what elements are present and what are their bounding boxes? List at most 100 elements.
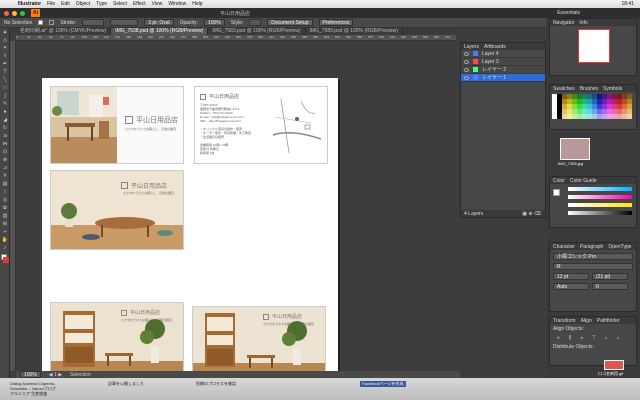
new-layer-icon[interactable]: ▣ ⊕ ⌫ — [522, 211, 541, 217]
tab-align[interactable]: Align — [581, 318, 592, 324]
leading-field[interactable]: (21 pt) — [592, 273, 628, 280]
canvas-area[interactable]: 平山日用品店 ささやかで小さな暮らし、日用の雑貨 平山日用品店 〒3XX-XXX… — [16, 41, 460, 382]
font-size-field[interactable]: 12 pt — [553, 273, 589, 280]
shape-builder-tool-icon[interactable]: ⊕ — [0, 156, 10, 164]
align-middle-icon[interactable]: ⊥ — [601, 334, 611, 342]
align-left-icon[interactable]: ⫷ — [553, 334, 563, 342]
layer-name[interactable]: Layer 4 — [482, 51, 499, 57]
layer-row[interactable]: Layer 4 — [461, 50, 545, 58]
fill-swatch[interactable] — [38, 20, 44, 25]
artboard-navigation[interactable]: ◀ 1 ▶ — [49, 372, 62, 378]
card-front-top[interactable]: 平山日用品店 ささやかで小さな暮らし、日用の雑貨 — [50, 86, 184, 164]
artboard-tool-icon[interactable]: ⊞ — [0, 220, 10, 228]
card-table-photo[interactable]: 平山日用品店 ささやかで小さな暮らし、日用の雑貨 — [50, 170, 184, 250]
tab-color-guide[interactable]: Color Guide — [570, 178, 597, 184]
doc-tab[interactable]: IMG_7583.psd @ 100% (RGB/Preview) — [208, 28, 306, 35]
black-slider[interactable] — [568, 211, 632, 215]
layer-name[interactable]: レイヤー 2 — [482, 66, 506, 73]
stroke-color-box[interactable] — [3, 257, 9, 263]
visibility-eye-icon[interactable] — [464, 59, 469, 64]
tab-info[interactable]: Info — [579, 20, 587, 26]
eyedropper-tool-icon[interactable]: ⌇ — [0, 188, 10, 196]
align-center-icon[interactable]: ⫼ — [565, 334, 575, 342]
color-swatch[interactable] — [627, 114, 632, 119]
visibility-eye-icon[interactable] — [464, 67, 469, 72]
menu-effect[interactable]: Effect — [133, 1, 146, 7]
doc-tab-active[interactable]: IMG_7538.psd @ 100% (RGB/Preview) — [111, 28, 209, 35]
menu-select[interactable]: Select — [113, 1, 127, 7]
hand-tool-icon[interactable]: ✋ — [0, 236, 10, 244]
doc-tab[interactable]: IMG_7589.psd @ 100% (RGB/Preview) — [306, 28, 403, 35]
swatch-grid[interactable] — [550, 92, 636, 121]
bookmark-item[interactable]: アルミニア 生産検査 — [10, 391, 57, 396]
magenta-slider[interactable] — [568, 195, 632, 199]
align-right-icon[interactable]: ⫸ — [577, 334, 587, 342]
rectangle-tool-icon[interactable]: □ — [0, 84, 10, 92]
symbol-sprayer-tool-icon[interactable]: ✿ — [0, 204, 10, 212]
tab-artboards[interactable]: Artboards — [484, 44, 506, 50]
selection-tool-icon[interactable]: ▲ — [0, 28, 10, 36]
free-transform-tool-icon[interactable]: ⊡ — [0, 148, 10, 156]
tab-pathfinder[interactable]: Pathfinder — [597, 318, 620, 324]
desktop-file-label[interactable]: IMG_7405.jpg — [558, 161, 583, 166]
facebook-page-button[interactable]: Facebookページを作成 — [360, 381, 406, 387]
tracking-field[interactable]: 0 — [592, 283, 628, 290]
lasso-tool-icon[interactable]: ℓ — [0, 52, 10, 60]
card-shelf-photo-right[interactable]: 平山日用品店 ささやかで小さな暮らし、日用の雑貨 — [192, 306, 326, 374]
desktop-gif-thumbnail[interactable] — [604, 360, 624, 370]
tab-brushes[interactable]: Brushes — [580, 86, 598, 92]
align-bottom-icon[interactable]: ⊥ — [613, 334, 623, 342]
stroke-swatch[interactable] — [49, 20, 55, 25]
layer-row[interactable]: Layer 3 — [461, 58, 545, 66]
minimize-window-button[interactable] — [12, 10, 17, 16]
document-setup-button[interactable]: Document Setup — [267, 19, 313, 26]
bookmark-item[interactable]: 投稿のプロセスを確認 — [196, 381, 236, 387]
menu-window[interactable]: Window — [168, 1, 186, 7]
desktop-file-thumbnail[interactable] — [560, 138, 590, 160]
menu-help[interactable]: Help — [192, 1, 202, 7]
workspace-switcher[interactable]: Essentials — [557, 10, 580, 16]
cyan-slider[interactable] — [568, 187, 632, 191]
paintbrush-tool-icon[interactable]: ∫ — [0, 92, 10, 100]
stroke-weight-field[interactable] — [82, 19, 105, 26]
menu-type[interactable]: Type — [96, 1, 107, 7]
zoom-level-field[interactable]: 100% — [20, 371, 41, 378]
brush-definition[interactable]: 3 pt. Oval — [144, 19, 174, 26]
gradient-tool-icon[interactable]: ▤ — [0, 180, 10, 188]
card-shelf-photo-left[interactable]: 平山日用品店 ささやかで小さな暮らし、日用の雑貨 — [50, 302, 184, 374]
magic-wand-tool-icon[interactable]: ✶ — [0, 44, 10, 52]
navigator-preview[interactable] — [578, 29, 610, 63]
variable-width-profile[interactable] — [110, 19, 139, 26]
font-family-field[interactable]: 小塚ゴシック Pro — [553, 253, 633, 260]
type-tool-icon[interactable]: T — [0, 68, 10, 76]
menu-object[interactable]: Object — [76, 1, 90, 7]
slice-tool-icon[interactable]: ⌿ — [0, 228, 10, 236]
bookmark-item[interactable]: 記事を公開しました — [108, 381, 144, 387]
tab-color[interactable]: Color — [553, 178, 565, 184]
yellow-slider[interactable] — [568, 203, 632, 207]
tab-paragraph[interactable]: Paragraph — [580, 244, 603, 250]
tab-opentype[interactable]: OpenType — [608, 244, 631, 250]
tab-character[interactable]: Character — [553, 244, 575, 250]
fill-stroke-widget[interactable] — [0, 254, 9, 268]
menu-edit[interactable]: Edit — [61, 1, 70, 7]
direct-selection-tool-icon[interactable]: △ — [0, 36, 10, 44]
zoom-window-button[interactable] — [20, 10, 25, 16]
blob-brush-tool-icon[interactable]: ● — [0, 108, 10, 116]
rotate-tool-icon[interactable]: ↻ — [0, 124, 10, 132]
preferences-button[interactable]: Preferences — [318, 19, 354, 26]
font-style-field[interactable]: R — [553, 263, 633, 270]
line-tool-icon[interactable]: ╲ — [0, 76, 10, 84]
fill-color-chip[interactable] — [553, 189, 560, 196]
menu-view[interactable]: View — [152, 1, 163, 7]
tab-swatches[interactable]: Swatches — [553, 86, 575, 92]
width-tool-icon[interactable]: ⋈ — [0, 140, 10, 148]
zoom-tool-icon[interactable]: ⌕ — [0, 244, 10, 252]
desktop-file-label[interactable]: ロゴ名刺用.gif — [598, 371, 623, 377]
kerning-field[interactable]: Auto — [553, 283, 589, 290]
close-window-button[interactable] — [4, 10, 9, 16]
style-picker[interactable] — [249, 19, 262, 26]
artboard[interactable]: 平山日用品店 ささやかで小さな暮らし、日用の雑貨 平山日用品店 〒3XX-XXX… — [42, 78, 338, 382]
layer-name[interactable]: Layer 3 — [482, 59, 499, 65]
card-back-info[interactable]: 平山日用品店 〒3XX-XXXX 長野県千曲市屋代駅前1-XX-1 Tel/Fa… — [194, 86, 328, 164]
